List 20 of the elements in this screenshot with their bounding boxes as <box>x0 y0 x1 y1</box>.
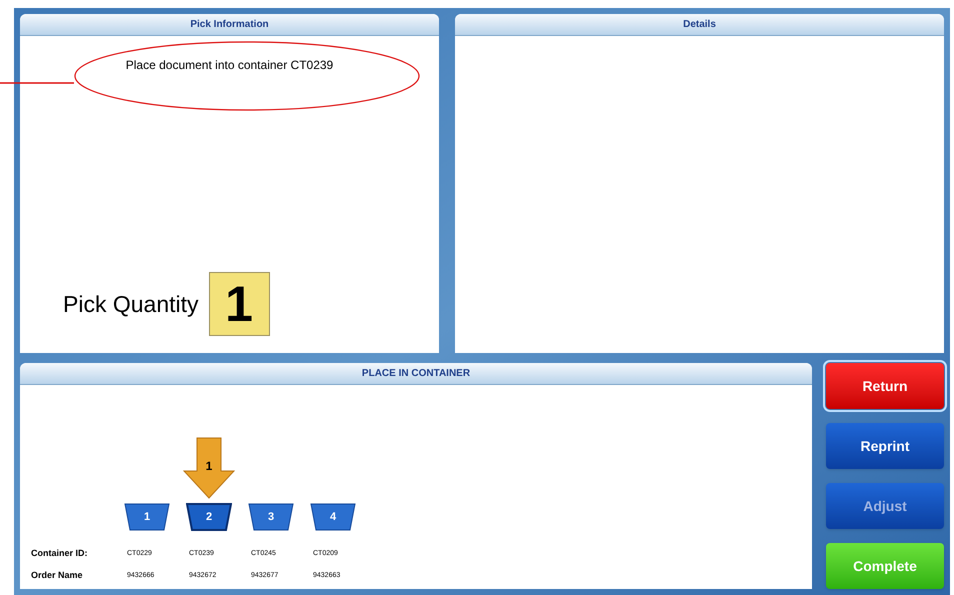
container-bin-icon[interactable] <box>248 503 294 531</box>
container-bin-icon[interactable] <box>186 503 232 531</box>
container-bin-icon[interactable] <box>124 503 170 531</box>
container-number: 3 <box>268 510 274 525</box>
instruction-text: Place document into container CT0239 <box>126 57 334 74</box>
panel-title: Pick Information <box>190 18 269 32</box>
down-arrow-icon <box>183 437 235 499</box>
container-bin-icon[interactable] <box>310 503 356 531</box>
panel-title: PLACE IN CONTAINER <box>362 367 470 381</box>
container-number: 1 <box>144 510 150 525</box>
panel-title: Details <box>683 18 716 32</box>
action-button[interactable]: Reprint <box>826 423 944 469</box>
row-label: Container ID: <box>30 547 89 560</box>
row-label: Order Name <box>30 569 84 582</box>
container-number: 4 <box>330 510 336 525</box>
arrow-label: 1 <box>206 458 212 475</box>
action-button[interactable]: Return <box>826 363 944 409</box>
container-number: 2 <box>206 510 212 525</box>
pick-quantity-label: Pick Quantity <box>63 290 198 319</box>
pick-quantity-value: 1 <box>208 272 270 336</box>
